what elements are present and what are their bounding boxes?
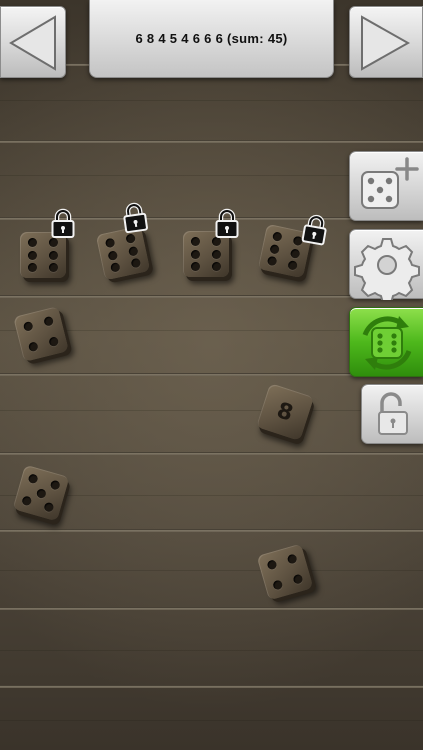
next-button[interactable] <box>349 6 423 78</box>
die-pip <box>105 237 116 248</box>
die-pip <box>49 479 61 491</box>
die-pip <box>27 341 39 353</box>
add-die-icon <box>361 157 419 209</box>
lock-icon[interactable] <box>299 212 330 248</box>
roll-result-text: 6 8 4 5 4 6 6 6 (sum: 45) <box>135 31 288 46</box>
lock-icon[interactable] <box>214 208 240 240</box>
die-pip <box>292 573 304 585</box>
die-pip <box>127 245 139 257</box>
die-pip <box>272 230 284 242</box>
die-pip <box>286 260 298 272</box>
unlock-icon <box>378 392 408 435</box>
plank-line <box>0 140 423 143</box>
die-pip <box>289 247 301 259</box>
plank-line <box>0 529 423 532</box>
die-pip <box>21 495 33 507</box>
settings-button[interactable] <box>349 229 423 300</box>
die-pip <box>28 237 38 247</box>
die-pip <box>286 553 298 565</box>
wood-grain <box>0 570 423 571</box>
die-2[interactable] <box>95 225 151 281</box>
prev-arrow-icon <box>9 15 56 71</box>
wood-grain <box>0 650 423 651</box>
die-pip <box>28 263 38 273</box>
die-pip <box>48 263 58 273</box>
wood-grain <box>0 410 423 411</box>
plank-line <box>0 685 423 688</box>
die-pip <box>266 559 278 571</box>
die-pip <box>28 250 38 260</box>
die-pip <box>191 236 201 246</box>
add-die-button[interactable] <box>349 151 423 221</box>
die-pip <box>130 258 141 269</box>
wood-grain <box>0 100 423 101</box>
die-pip <box>43 501 55 513</box>
die-pip <box>191 262 201 272</box>
plank-line <box>0 607 423 610</box>
die-pip <box>22 320 34 332</box>
die-pip <box>27 473 39 485</box>
roll-button[interactable] <box>349 307 423 377</box>
die-pip <box>48 336 60 348</box>
die-pip <box>272 579 284 591</box>
die-pip <box>191 249 201 259</box>
gear-icon <box>354 238 420 300</box>
unlock-all-button[interactable] <box>361 384 423 444</box>
lock-icon[interactable] <box>120 200 150 235</box>
previous-button[interactable] <box>0 6 66 78</box>
die-pip <box>35 487 47 499</box>
die-pip <box>48 250 58 260</box>
die-pip <box>43 315 55 327</box>
die-pip <box>211 262 221 272</box>
die-pip <box>110 262 122 274</box>
die-pip <box>269 243 281 255</box>
roll-result-panel: 6 8 4 5 4 6 6 6 (sum: 45) <box>89 0 334 78</box>
next-arrow-icon <box>361 15 411 71</box>
die-pip <box>267 256 278 267</box>
wood-grain <box>0 720 423 721</box>
plank-line <box>0 452 423 455</box>
roll-dice-icon <box>362 316 412 370</box>
lock-icon[interactable] <box>50 208 76 240</box>
die-pip <box>107 249 119 261</box>
die-pip <box>211 249 221 259</box>
